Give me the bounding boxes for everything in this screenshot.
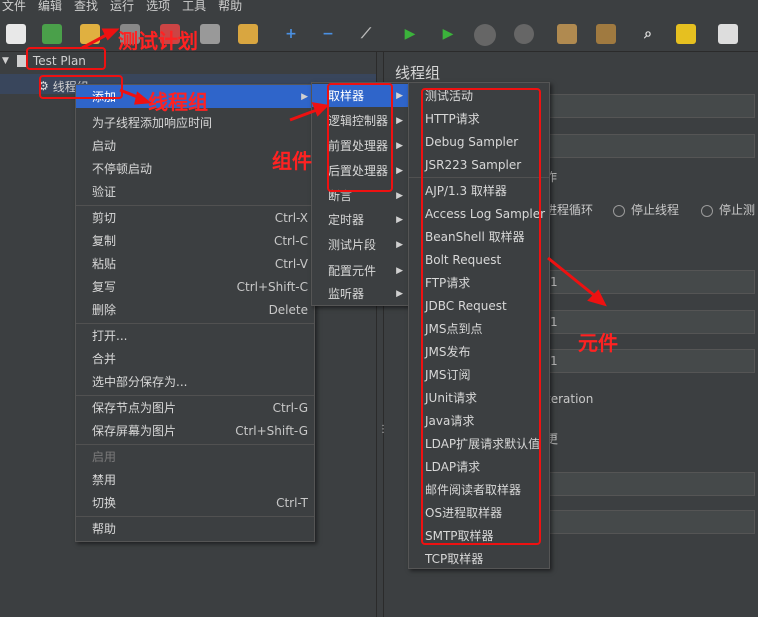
arrow-element (547, 256, 601, 302)
arrow-head-component (311, 102, 330, 117)
arrow-head-thread-group (134, 91, 152, 105)
annotation-arrows (81, 28, 607, 307)
arrow-head-test-plan (101, 28, 120, 41)
